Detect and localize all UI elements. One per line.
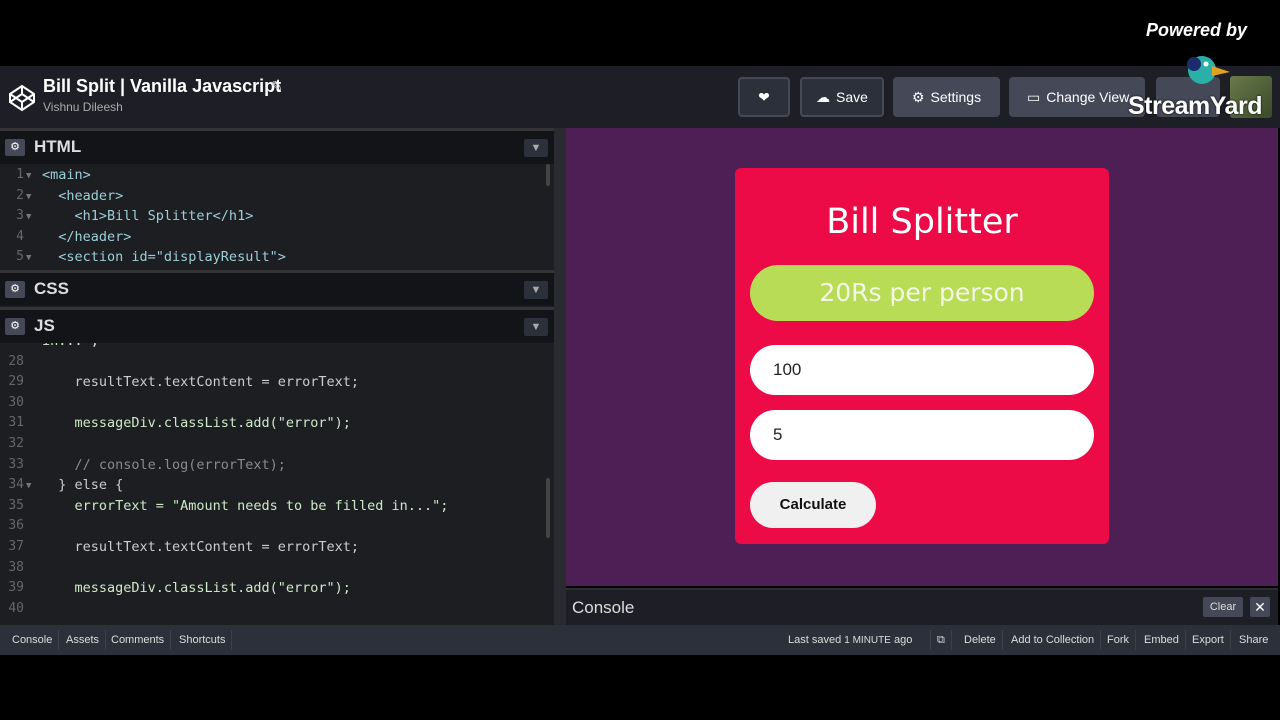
- result-display: 20Rs per person: [750, 265, 1094, 321]
- code-text: // console.log(errorText);: [42, 456, 286, 473]
- clear-console-button[interactable]: Clear: [1203, 597, 1243, 617]
- last-saved-time: 1 MINUTE: [844, 635, 891, 646]
- js-panel-header[interactable]: ⚙ JS ▼: [0, 307, 554, 343]
- code-text: messageDiv.classList.add("error");: [42, 415, 351, 432]
- powered-by-text: Powered by: [1146, 20, 1248, 40]
- line-number: 33: [8, 456, 24, 472]
- line-number: 31: [8, 415, 24, 431]
- change-view-button[interactable]: ▭ Change View: [1009, 77, 1145, 117]
- last-saved-prefix: Last saved: [788, 634, 842, 646]
- footer-delete-button[interactable]: Delete: [958, 630, 1003, 650]
- footer-bar: Console Assets Comments Shortcuts Last s…: [0, 625, 1280, 655]
- line-number: 40: [8, 600, 24, 616]
- code-text: resultText.textContent = errorText;: [42, 539, 359, 555]
- close-icon[interactable]: ✕: [1250, 597, 1270, 617]
- heart-icon: ❤: [758, 88, 770, 105]
- gear-icon[interactable]: ⚙: [5, 139, 25, 156]
- line-number: 37: [8, 539, 24, 554]
- line-number: 4: [16, 228, 24, 244]
- editor-splitter[interactable]: [554, 128, 566, 625]
- last-saved-status: Last saved 1 MINUTE ago: [788, 630, 912, 651]
- console-title: Console: [572, 598, 635, 617]
- console-bar: Console Clear ✕: [566, 588, 1278, 627]
- open-external-icon[interactable]: ⧉: [930, 630, 952, 650]
- fold-arrow-icon[interactable]: ▼: [26, 171, 31, 181]
- line-number: 5: [16, 249, 24, 264]
- code-text: <h1>Bill Splitter</h1>: [42, 208, 254, 224]
- js-panel-title: JS: [34, 316, 55, 335]
- pen-title[interactable]: Bill Split | Vanilla Javascript: [43, 76, 281, 97]
- footer-shortcuts-button[interactable]: Shortcuts: [173, 630, 233, 650]
- gear-icon[interactable]: ⚙: [5, 281, 25, 298]
- line-number: 29: [8, 374, 24, 390]
- footer-fork-button[interactable]: Fork: [1101, 630, 1136, 650]
- line-number: 36: [8, 518, 24, 534]
- footer-assets-button[interactable]: Assets: [60, 630, 107, 650]
- fold-arrow-icon[interactable]: ▼: [26, 212, 31, 222]
- fold-arrow-icon[interactable]: ▼: [26, 253, 31, 263]
- change-view-label: Change View: [1046, 89, 1130, 105]
- line-number: 38: [8, 559, 24, 575]
- footer-embed-button[interactable]: Embed: [1138, 630, 1186, 650]
- code-editor: ⚙ HTML ▼ 1 ▼ <main> 2 ▼ <header> 3 ▼ <h1>Bill …: [0, 128, 556, 625]
- code-text: } else {: [42, 477, 124, 494]
- line-number: 35: [8, 497, 24, 513]
- footer-export-button[interactable]: Export: [1186, 630, 1231, 650]
- footer-add-collection-button[interactable]: Add to Collection: [1005, 630, 1102, 650]
- code-text: in...";: [42, 343, 99, 349]
- edit-title-pencil-icon[interactable]: ✎: [271, 78, 283, 95]
- save-button[interactable]: ☁ Save: [800, 77, 884, 117]
- settings-button[interactable]: ⚙ Settings: [893, 77, 1000, 117]
- chevron-down-icon[interactable]: ▼: [524, 318, 548, 336]
- gear-icon[interactable]: ⚙: [5, 318, 25, 335]
- html-code-area[interactable]: 1 ▼ <main> 2 ▼ <header> 3 ▼ <h1>Bill Splitter<…: [0, 164, 554, 268]
- footer-console-button[interactable]: Console: [6, 630, 60, 650]
- code-text: </header>: [42, 228, 132, 245]
- line-number: 39: [8, 580, 24, 596]
- chevron-down-icon[interactable]: ▼: [524, 281, 548, 299]
- streamyard-logo: StreamYard: [1128, 48, 1268, 124]
- save-label: Save: [836, 89, 868, 105]
- fold-arrow-icon[interactable]: ▼: [26, 481, 31, 491]
- amount-input[interactable]: 100: [750, 345, 1094, 395]
- html-panel-header[interactable]: ⚙ HTML ▼: [0, 128, 554, 164]
- duck-icon: [1187, 56, 1230, 84]
- bill-splitter-card: Bill Splitter 20Rs per person 100 5 Calc…: [735, 168, 1109, 544]
- css-panel-title: CSS: [34, 279, 69, 298]
- code-text: <section id="displayResult">: [42, 249, 286, 265]
- line-number: 32: [8, 436, 24, 451]
- line-number: 34: [8, 477, 24, 493]
- cloud-icon: ☁: [816, 88, 831, 105]
- line-number: 30: [8, 394, 24, 410]
- fold-arrow-icon[interactable]: ▼: [26, 192, 31, 202]
- settings-label: Settings: [930, 89, 982, 105]
- gear-icon: ⚙: [911, 88, 925, 105]
- calculate-button[interactable]: Calculate: [750, 482, 876, 528]
- code-text: messageDiv.classList.add("error");: [42, 580, 351, 597]
- like-button[interactable]: ❤: [738, 77, 790, 117]
- footer-comments-button[interactable]: Comments: [105, 630, 172, 650]
- pen-author[interactable]: Vishnu Dileesh: [43, 100, 123, 114]
- code-text: resultText.textContent = errorText;: [42, 374, 359, 391]
- code-text: errorText = "Amount needs to be filled i…: [42, 497, 449, 514]
- code-text: <main>: [42, 167, 91, 183]
- footer-share-button[interactable]: Share: [1233, 630, 1274, 650]
- line-number: 3: [16, 208, 24, 223]
- html-panel-title: HTML: [34, 137, 82, 156]
- scrollbar[interactable]: [546, 478, 550, 538]
- chevron-down-icon[interactable]: ▼: [524, 139, 548, 157]
- streamyard-brand: StreamYard: [1128, 92, 1262, 120]
- code-text: <header>: [42, 187, 124, 204]
- app-title: Bill Splitter: [826, 202, 1018, 242]
- line-number: 1: [16, 167, 24, 182]
- last-saved-suffix: ago: [894, 634, 913, 646]
- people-input[interactable]: 5: [750, 410, 1094, 460]
- codepen-logo-icon[interactable]: [8, 84, 36, 112]
- line-number: 2: [16, 187, 24, 203]
- css-panel-header[interactable]: ⚙ CSS ▼: [0, 270, 554, 306]
- line-number: 28: [8, 353, 24, 369]
- js-code-area[interactable]: in..."; 28 29 resultText.textContent = err…: [0, 343, 554, 625]
- scrollbar[interactable]: [546, 164, 550, 186]
- layout-icon: ▭: [1027, 88, 1041, 105]
